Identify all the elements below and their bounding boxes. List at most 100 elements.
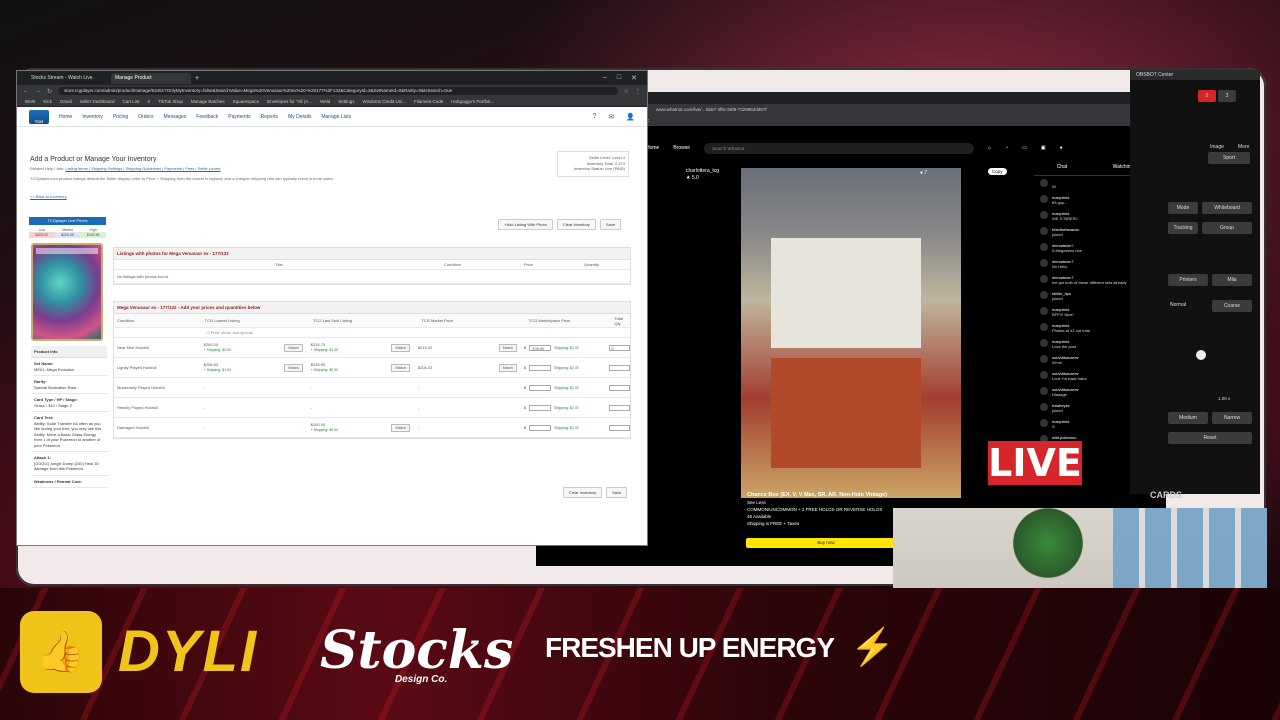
save-button[interactable]: Save: [599, 219, 622, 230]
match-button[interactable]: Match: [391, 423, 410, 432]
obsbot-preset-2[interactable]: 2: [1198, 90, 1216, 102]
bookmark-item[interactable]: Filament Code: [414, 99, 443, 104]
save-bottom-button[interactable]: Save: [606, 487, 628, 498]
tab-manage-product[interactable]: Manage Product: [111, 72, 191, 84]
nav-item[interactable]: Feedback: [196, 114, 218, 120]
quantity-input[interactable]: 0: [608, 344, 631, 351]
avatar[interactable]: ●: [1060, 145, 1063, 151]
bookmark-item[interactable]: TikTok Shop: [158, 99, 183, 104]
nav-item[interactable]: Inventory: [82, 114, 103, 120]
live-stream-video[interactable]: [741, 168, 961, 498]
chat-avatar: [1040, 179, 1048, 187]
match-button[interactable]: Match: [498, 343, 517, 352]
close-icon[interactable]: ✕: [631, 74, 637, 82]
bookmark-item[interactable]: Cart List: [122, 99, 139, 104]
obs-image-tab[interactable]: Image: [1210, 144, 1224, 150]
nav-item[interactable]: Messages: [164, 114, 187, 120]
tab-chat[interactable]: Chat: [1057, 164, 1068, 175]
copy-button[interactable]: Copy: [988, 168, 1007, 175]
user-icon[interactable]: 👤: [626, 113, 635, 121]
price-input[interactable]: [529, 424, 552, 431]
price-input[interactable]: [529, 404, 552, 411]
joystick-knob[interactable]: [1196, 350, 1206, 360]
match-button[interactable]: Match: [284, 363, 303, 372]
bookmark-item[interactable]: Gmail: [60, 99, 72, 104]
print-only-checkbox[interactable]: ☐ Print, show, and special: [114, 328, 630, 338]
gift-icon[interactable]: ▣: [1041, 145, 1046, 151]
url-input[interactable]: store.tcgplayer.com/admin/product/manage…: [58, 87, 618, 95]
narrow-button[interactable]: Narrow: [1212, 412, 1252, 424]
coarse-select[interactable]: Coarse: [1212, 300, 1252, 312]
nav-item[interactable]: My Details: [288, 114, 311, 120]
back-to-inventory-link[interactable]: << Back to Inventory: [30, 194, 67, 199]
bookmark-item[interactable]: Settings: [338, 99, 354, 104]
medium-button[interactable]: Medium: [1168, 412, 1208, 424]
obsbot-preset-3[interactable]: 3: [1218, 90, 1236, 102]
forward-icon[interactable]: →: [35, 88, 41, 94]
bookmark-item[interactable]: Envelopes for "All (A...: [267, 99, 312, 104]
minimize-icon[interactable]: –: [603, 74, 607, 82]
quantity-input[interactable]: [608, 384, 631, 391]
add-photo-button[interactable]: +Add Listing With Photo: [498, 219, 553, 230]
tracking-button[interactable]: Tracking: [1168, 222, 1198, 234]
streamer-info[interactable]: charlottera_tcg ★ 5.0: [686, 168, 719, 182]
nav-item[interactable]: Manage Lists: [321, 114, 351, 120]
card-image[interactable]: [31, 243, 103, 341]
printers-select[interactable]: Printers: [1168, 274, 1208, 286]
quantity-input[interactable]: [608, 424, 631, 431]
group-button[interactable]: Group: [1202, 222, 1252, 234]
reload-icon[interactable]: ↻: [47, 88, 52, 95]
nav-item[interactable]: Payments: [228, 114, 250, 120]
bookmark-item[interactable]: X: [147, 99, 150, 104]
sport-button[interactable]: Sport: [1208, 152, 1250, 164]
new-tab-icon[interactable]: +: [195, 75, 199, 82]
nav-item[interactable]: Orders: [138, 114, 153, 120]
match-button[interactable]: Match: [284, 343, 303, 352]
whatnot-nav-home[interactable]: Home: [646, 145, 659, 151]
clear-inventory-button[interactable]: Clear Inventory: [556, 219, 596, 230]
bookmark-item[interactable]: Weld: [320, 99, 330, 104]
mila-select[interactable]: Mila: [1212, 274, 1252, 286]
last-sold: $215.95 + Shipping: $0.00 Match: [307, 362, 414, 373]
whatnot-nav-browse[interactable]: Browse: [673, 145, 690, 151]
star-icon[interactable]: ☆: [624, 88, 629, 95]
menu-icon[interactable]: ⋮: [635, 88, 641, 95]
nav-item[interactable]: Pricing: [113, 114, 128, 120]
price-input[interactable]: [529, 364, 552, 371]
whatnot-search-input[interactable]: Search Whatnot: [704, 142, 975, 154]
match-button[interactable]: Match: [391, 343, 410, 352]
quantity-input[interactable]: [608, 364, 631, 371]
bookmark-item[interactable]: Seller Dashboard: [80, 99, 115, 104]
home-icon[interactable]: ⌂: [988, 145, 991, 151]
buy-now-button[interactable]: Buy now: [746, 538, 906, 548]
nav-item[interactable]: Home: [59, 114, 72, 120]
back-icon[interactable]: ←: [23, 88, 29, 94]
reset-button[interactable]: Reset: [1168, 432, 1252, 444]
chat-icon[interactable]: ▭: [1022, 145, 1027, 151]
obs-more-tab[interactable]: More: [1238, 144, 1249, 150]
bookmark-item[interactable]: Wisdoms Credit Uni...: [363, 99, 407, 104]
price-input[interactable]: [529, 384, 552, 391]
bookmark-item[interactable]: Kick: [43, 99, 52, 104]
whiteboard-button[interactable]: Whiteboard: [1202, 202, 1252, 214]
bookmark-item[interactable]: Manage Batches: [191, 99, 225, 104]
clear-inventory-bottom-button[interactable]: Clear Inventory: [563, 487, 603, 498]
bookmark-item[interactable]: Work: [25, 99, 35, 104]
maximize-icon[interactable]: □: [617, 74, 621, 82]
bookmark-item[interactable]: Hobgoggo's Portfoli...: [451, 99, 494, 104]
live-prices-button[interactable]: TCGplayer Live Prices: [29, 217, 106, 225]
match-button[interactable]: Match: [498, 363, 517, 372]
help-icon[interactable]: ?: [593, 113, 597, 121]
tab-stream[interactable]: Stocks Stream - Watch Live: [27, 73, 107, 84]
bookmark-item[interactable]: Squarespace: [233, 99, 260, 104]
bell-icon[interactable]: ◔: [1005, 145, 1008, 151]
tcgplayer-logo[interactable]: TCG: [29, 109, 49, 124]
shop-sub[interactable]: See Less: [747, 499, 947, 506]
message-icon[interactable]: ✉: [608, 113, 614, 121]
match-button[interactable]: Match: [391, 363, 410, 372]
related-links[interactable]: Listing Items | Shipping Settings | Ship…: [65, 166, 220, 171]
price-input[interactable]: 209.00: [529, 344, 552, 351]
mode-button[interactable]: Mode: [1168, 202, 1198, 214]
quantity-input[interactable]: [608, 404, 631, 411]
nav-item[interactable]: Reports: [261, 114, 279, 120]
